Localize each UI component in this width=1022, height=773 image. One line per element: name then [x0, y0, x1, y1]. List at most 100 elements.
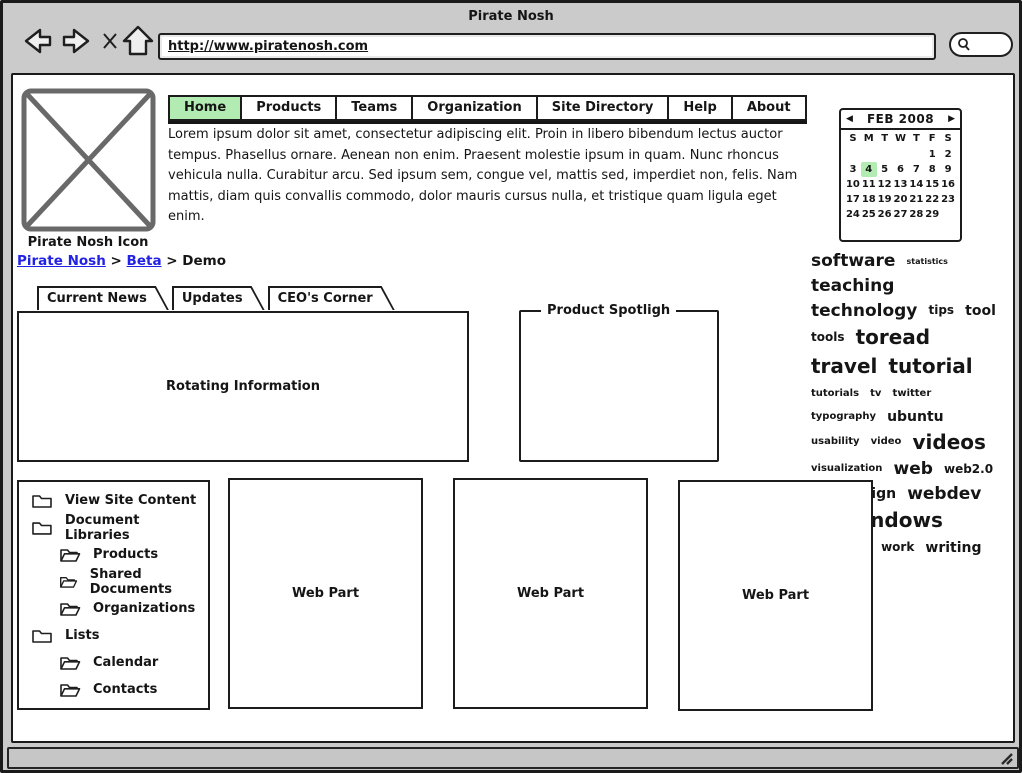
calendar-day[interactable]: 8 — [924, 162, 940, 177]
calendar-day[interactable]: 28 — [908, 207, 924, 222]
tag-link[interactable]: web2.0 — [944, 462, 993, 476]
tree-item[interactable]: Document Libraries — [19, 514, 208, 541]
calendar-day[interactable] — [940, 207, 956, 222]
search-box[interactable] — [949, 32, 1013, 57]
tag-link[interactable]: web — [893, 459, 932, 479]
calendar-day[interactable]: 15 — [924, 177, 940, 192]
nav-tab[interactable]: About — [731, 95, 807, 121]
tag-link[interactable]: tutorials — [811, 388, 859, 399]
tag-link[interactable]: webdev — [907, 484, 981, 504]
tag-link[interactable]: travel — [811, 354, 877, 378]
tag-link[interactable]: work — [881, 540, 914, 554]
calendar-day[interactable]: 4 — [861, 162, 877, 177]
calendar-prev-button[interactable]: ◀ — [846, 115, 853, 124]
tree-item[interactable]: Organizations — [19, 595, 208, 622]
tree-item[interactable]: View Site Content — [19, 487, 208, 514]
calendar-day-header: W — [893, 131, 909, 146]
tag-link[interactable]: toread — [856, 325, 931, 349]
calendar-day[interactable]: 7 — [908, 162, 924, 177]
calendar-day[interactable] — [877, 147, 893, 162]
calendar-day[interactable]: 2 — [940, 147, 956, 162]
calendar-day[interactable]: 29 — [924, 207, 940, 222]
breadcrumb-link[interactable]: Beta — [127, 253, 162, 269]
nav-tab[interactable]: Organization — [411, 95, 537, 121]
tag-link[interactable]: tv — [870, 388, 881, 399]
nav-tab[interactable]: Site Directory — [536, 95, 670, 121]
tag-link[interactable]: technology — [811, 301, 917, 321]
calendar-day[interactable]: 19 — [877, 192, 893, 207]
logo-caption: Pirate Nosh Icon — [13, 235, 163, 250]
calendar-widget: ◀ FEB 2008 ▶ S M T W T F S — [839, 108, 962, 242]
calendar-day[interactable]: 23 — [940, 192, 956, 207]
tag-link[interactable]: tool — [965, 303, 996, 319]
url-input[interactable] — [158, 33, 936, 60]
calendar-day[interactable] — [845, 147, 861, 162]
tree-item[interactable]: Calendar — [19, 649, 208, 676]
calendar-day[interactable]: 3 — [845, 162, 861, 177]
calendar-day[interactable]: 14 — [908, 177, 924, 192]
calendar-day[interactable]: 1 — [924, 147, 940, 162]
resize-grip-icon[interactable] — [998, 750, 1014, 766]
tag-link[interactable]: ubuntu — [887, 409, 944, 425]
calendar-day[interactable]: 18 — [861, 192, 877, 207]
tag-link[interactable]: visualization — [811, 463, 882, 474]
content-tab[interactable]: Current News — [37, 286, 169, 310]
tag-link[interactable]: tips — [928, 303, 954, 317]
tree-item-label: Calendar — [93, 655, 158, 670]
calendar-day[interactable]: 17 — [845, 192, 861, 207]
calendar-day[interactable]: 11 — [861, 177, 877, 192]
tag-link[interactable]: statistics — [907, 257, 948, 266]
stop-button[interactable] — [101, 32, 119, 50]
calendar-day[interactable] — [861, 147, 877, 162]
content-tab[interactable]: Updates — [172, 286, 265, 310]
folder-icon — [59, 574, 78, 590]
back-button[interactable] — [19, 26, 55, 56]
content-tab[interactable]: CEO's Corner — [268, 286, 395, 310]
home-button[interactable] — [121, 23, 155, 57]
calendar-day[interactable]: 25 — [861, 207, 877, 222]
content-tab-label: Updates — [174, 288, 263, 310]
calendar-day[interactable]: 20 — [893, 192, 909, 207]
calendar-next-button[interactable]: ▶ — [948, 115, 955, 124]
calendar-day[interactable]: 26 — [877, 207, 893, 222]
tree-item[interactable]: Lists — [19, 622, 208, 649]
tag-link[interactable]: videos — [913, 430, 986, 454]
image-placeholder-icon — [21, 88, 156, 232]
calendar-day[interactable]: 12 — [877, 177, 893, 192]
tag-link[interactable]: video — [871, 436, 902, 447]
calendar-day[interactable] — [908, 147, 924, 162]
calendar-day[interactable]: 21 — [908, 192, 924, 207]
tree-item[interactable]: Contacts — [19, 676, 208, 703]
calendar-day[interactable]: 10 — [845, 177, 861, 192]
tag-link[interactable]: teaching — [811, 276, 894, 296]
forward-button[interactable] — [59, 26, 95, 56]
tag-link[interactable]: usability — [811, 436, 860, 447]
tag-link[interactable]: tools — [811, 330, 844, 344]
calendar-day[interactable]: 5 — [877, 162, 893, 177]
calendar-day[interactable]: 13 — [893, 177, 909, 192]
calendar-day[interactable] — [893, 147, 909, 162]
calendar-day[interactable]: 22 — [924, 192, 940, 207]
tag-link[interactable]: tutorial — [888, 354, 972, 378]
calendar-day[interactable]: 9 — [940, 162, 956, 177]
nav-tab-label: About — [747, 100, 791, 115]
nav-tab[interactable]: Products — [240, 95, 337, 121]
nav-tab[interactable]: Teams — [335, 95, 413, 121]
tag-link[interactable]: twitter — [893, 388, 932, 399]
tag-link[interactable]: writing — [925, 540, 981, 556]
primary-nav: Home Products Teams Organization Site Di… — [168, 95, 807, 124]
tree-item-label: Lists — [65, 628, 99, 643]
calendar-day[interactable]: 16 — [940, 177, 956, 192]
calendar-day[interactable]: 6 — [893, 162, 909, 177]
nav-tab[interactable]: Home — [168, 95, 242, 121]
calendar-day[interactable]: 27 — [893, 207, 909, 222]
nav-tab[interactable]: Help — [667, 95, 732, 121]
tag-link[interactable]: software — [811, 251, 895, 271]
tag-link[interactable]: typography — [811, 411, 876, 422]
web-part: Web Part — [228, 478, 423, 709]
tree-item[interactable]: Shared Documents — [19, 568, 208, 595]
calendar-day[interactable]: 24 — [845, 207, 861, 222]
calendar-days: 1 2 3 4 5 6 7 8 9 10 11 12 — [841, 146, 960, 222]
breadcrumb-link[interactable]: Pirate Nosh — [17, 253, 106, 269]
tree-item[interactable]: Products — [19, 541, 208, 568]
